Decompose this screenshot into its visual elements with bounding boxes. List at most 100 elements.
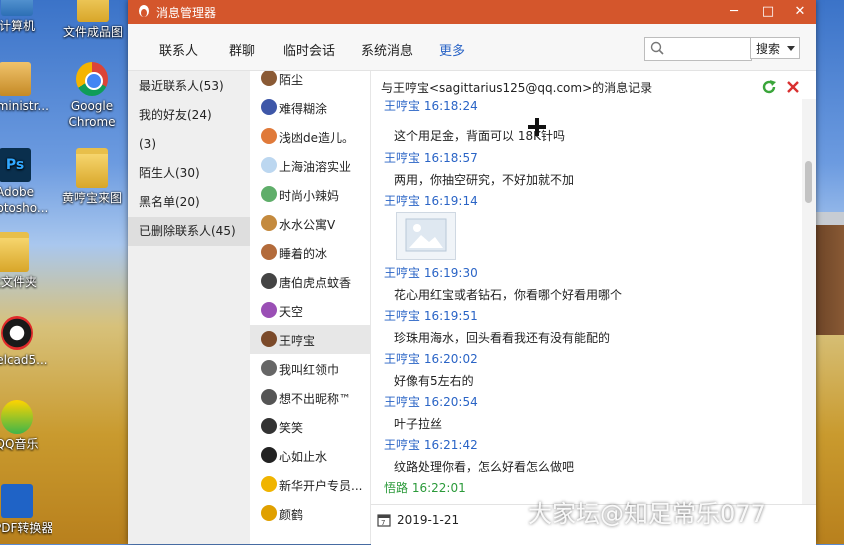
menu-groups[interactable]: 群聊 (229, 40, 255, 59)
contact-item[interactable]: 颜鹤 (250, 499, 370, 528)
desktop-icon-label: 计算机 (0, 19, 35, 33)
avatar (261, 447, 277, 463)
folder-icon (76, 148, 108, 188)
message-text: 花心用红宝或者钻石，你看哪个好看用哪个 (394, 288, 623, 302)
refresh-icon[interactable] (761, 79, 777, 95)
desktop-icon-label: 黄哼宝来图 (61, 191, 122, 205)
message-sender: 王哼宝 16:21:42 (384, 438, 478, 452)
qq-music-icon (1, 400, 33, 434)
avatar (261, 505, 277, 521)
message-text: 纹路处理你看，怎么好看怎么做吧 (394, 460, 575, 474)
contact-name: 颜鹤 (279, 508, 304, 522)
desktop-icon-label: Google Chrome (68, 99, 116, 129)
contact-item[interactable]: 心如止水 (250, 441, 370, 470)
contact-list: 陌尘 难得糊涂 浅凼de造儿。 上海油溶实业 时尚小辣妈 水水公寓V 睡着的冰 … (250, 71, 371, 544)
contact-item[interactable]: 笑笑 (250, 412, 370, 441)
category-strangers[interactable]: 陌生人(30) (128, 159, 250, 188)
cad-icon (1, 316, 33, 350)
message-sender: 王哼宝 16:20:54 (384, 395, 478, 409)
desktop-icon-label: 文件成品图 (62, 25, 123, 39)
contact-name: 唐伯虎点蚊香 (279, 276, 352, 290)
contact-item[interactable]: 上海油溶实业 (250, 151, 370, 180)
contact-item[interactable]: 浅凼de造儿。 (250, 122, 370, 151)
window-title: 消息管理器 (156, 6, 217, 20)
contact-item[interactable]: 天空 (250, 296, 370, 325)
photoshop-icon: Ps (0, 148, 31, 182)
contact-name: 想不出昵称™ (279, 392, 352, 406)
contact-name: 水水公寓V (279, 218, 336, 232)
desktop-icon-folder[interactable]: 大文件夹 (0, 232, 48, 290)
avatar (261, 128, 277, 144)
category-friends[interactable]: 我的好友(24) (128, 101, 250, 130)
avatar (261, 389, 277, 405)
minimize-button[interactable]: ─ (719, 0, 749, 24)
svg-text:7: 7 (381, 519, 385, 527)
search-button[interactable]: 搜索 (750, 37, 800, 59)
contact-item[interactable]: 我叫红领巾 (250, 354, 370, 383)
calendar-icon[interactable]: 7 (377, 513, 391, 527)
category-label: 陌生人(30) (139, 166, 200, 180)
avatar (261, 360, 277, 376)
category-label: 我的好友(24) (139, 108, 212, 122)
menu-more[interactable]: 更多 (439, 40, 465, 59)
desktop-icon-administrator[interactable]: Administr... (0, 62, 50, 114)
category-label: 黑名单(20) (139, 195, 200, 209)
folder-icon (77, 0, 109, 22)
contact-item[interactable]: 睡着的冰 (250, 238, 370, 267)
message-sender: 王哼宝 16:19:51 (384, 309, 478, 323)
avatar (261, 157, 277, 173)
contact-name: 浅凼de造儿。 (279, 131, 355, 145)
category-deleted[interactable]: 已删除联系人(45) (128, 217, 250, 246)
contact-item[interactable]: 唐伯虎点蚊香 (250, 267, 370, 296)
desktop-icon-photoshop[interactable]: Ps Adobe Photosho... (0, 148, 50, 216)
menu-contacts[interactable]: 联系人 (159, 40, 198, 59)
chevron-down-icon (787, 46, 795, 51)
contact-item[interactable]: 陌尘 (250, 71, 370, 93)
image-thumbnail[interactable] (396, 212, 456, 260)
desktop-icon-label: 大文件夹 (0, 275, 37, 289)
message-manager-window: 消息管理器 ─ □ ✕ 联系人 群聊 临时会话 系统消息 更多 搜索 最近联系人… (128, 0, 816, 545)
contact-item[interactable]: 水水公寓V (250, 209, 370, 238)
category-recent[interactable]: 最近联系人(53) (128, 72, 250, 101)
message-sender-self: 悟路 16:22:01 (384, 481, 466, 495)
record-date[interactable]: 2019-1-21 (397, 513, 459, 527)
titlebar[interactable]: 消息管理器 ─ □ ✕ (128, 0, 816, 24)
message-sender: 王哼宝 16:19:30 (384, 266, 478, 280)
desktop-icon-label: Adobe Photosho... (0, 185, 49, 215)
user-folder-icon (0, 62, 31, 96)
close-button[interactable]: ✕ (785, 0, 815, 24)
message-sender: 王哼宝 16:18:57 (384, 151, 478, 165)
contact-item[interactable]: 新华开户专员... (250, 470, 370, 499)
avatar (261, 186, 277, 202)
desktop-icon-qq-music[interactable]: QQ音乐 (0, 400, 52, 452)
menu-temp-sessions[interactable]: 临时会话 (283, 40, 335, 59)
desktop-icon-cad[interactable]: welcad5... (0, 316, 52, 368)
avatar (261, 71, 277, 86)
contact-item[interactable]: 想不出昵称™ (250, 383, 370, 412)
contact-item[interactable]: 时尚小辣妈 (250, 180, 370, 209)
desktop-icon-pdf[interactable]: 副PDF转换器 (0, 484, 52, 536)
crosshair-cursor-icon (528, 118, 546, 136)
contact-item[interactable]: 难得糊涂 (250, 93, 370, 122)
scroll-thumb[interactable] (805, 161, 812, 203)
contact-item-selected[interactable]: 王哼宝 (250, 325, 370, 354)
menu-system-messages[interactable]: 系统消息 (361, 40, 413, 59)
maximize-button[interactable]: □ (753, 0, 783, 24)
avatar (261, 215, 277, 231)
avatar (261, 418, 277, 434)
contact-name: 上海油溶实业 (279, 160, 352, 174)
message-text: 叶子拉丝 (394, 417, 443, 431)
contact-name: 陌尘 (279, 73, 304, 87)
category-label: (3) (139, 137, 156, 151)
contact-name: 天空 (279, 305, 304, 319)
category-blacklist[interactable]: 黑名单(20) (128, 188, 250, 217)
desktop-icon-folder[interactable]: 黄哼宝来图 (57, 148, 127, 206)
message-sender: 王哼宝 16:20:02 (384, 352, 478, 366)
scrollbar[interactable] (802, 99, 816, 504)
desktop-icon-folder[interactable]: 文件成品图 (58, 0, 128, 40)
delete-record-icon[interactable] (785, 79, 801, 95)
desktop-icon-chrome[interactable]: Google Chrome (57, 62, 127, 130)
desktop-icon-computer[interactable]: 计算机 (0, 0, 52, 34)
desktop-icon-label: Administr... (0, 99, 49, 113)
category-unnamed[interactable]: (3) (128, 130, 250, 159)
